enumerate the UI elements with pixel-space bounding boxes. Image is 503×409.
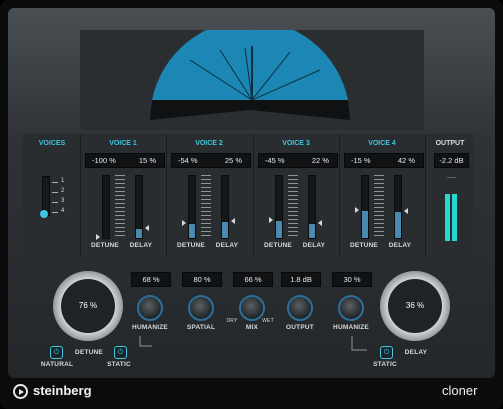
brand-name: steinberg: [33, 383, 92, 398]
cloner-plugin-window: VOICES 1 2 3 4 VOICE 1 -100 % 15 % DETUNE DE…: [0, 0, 503, 409]
product-name: cloner: [442, 383, 478, 398]
connector-lines: [139, 336, 367, 351]
steinberg-logo-icon: [13, 384, 28, 399]
